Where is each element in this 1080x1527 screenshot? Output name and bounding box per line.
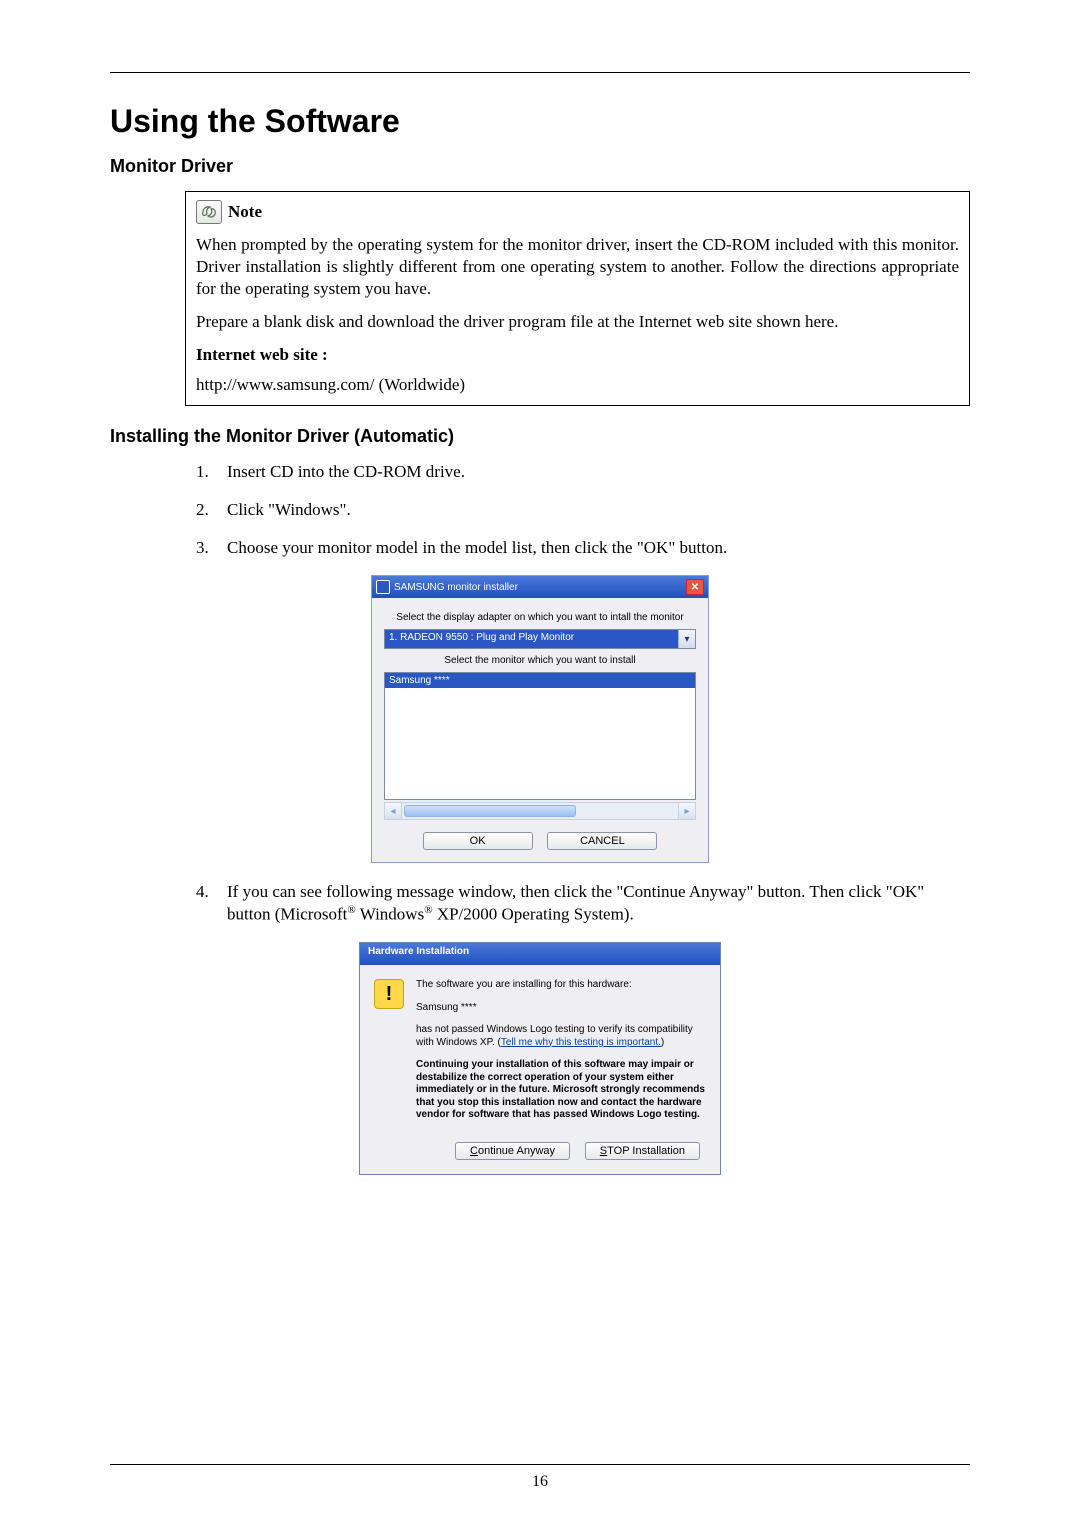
step-3: Choose your monitor model in the model l…	[213, 537, 970, 559]
stop-installation-button[interactable]: STOP Installation	[585, 1142, 700, 1160]
monitor-list-item[interactable]: Samsung ****	[385, 673, 695, 688]
step-2: Click "Windows".	[213, 499, 970, 521]
scroll-left-icon[interactable]: ◂	[385, 803, 402, 819]
installer-app-icon	[376, 580, 390, 594]
step4-part2: Windows	[356, 905, 424, 924]
hardware-installation-dialog: Hardware Installation ! The software you…	[359, 942, 721, 1175]
internet-web-site-label: Internet web site :	[196, 345, 959, 365]
close-icon[interactable]: ✕	[686, 579, 704, 595]
step-4: If you can see following message window,…	[213, 881, 970, 926]
note-icon	[196, 200, 222, 224]
hw-text-line1: The software you are installing for this…	[416, 979, 706, 992]
scroll-right-icon[interactable]: ▸	[678, 803, 695, 819]
internet-web-site-url: http://www.samsung.com/ (Worldwide)	[196, 375, 959, 395]
top-rule	[110, 72, 970, 73]
hw-text-line2: has not passed Windows Logo testing to v…	[416, 1024, 706, 1049]
hw-why-link[interactable]: Tell me why this testing is important.	[501, 1037, 661, 1048]
adapter-combobox[interactable]: 1. RADEON 9550 : Plug and Play Monitor ▾	[384, 629, 696, 649]
samsung-installer-dialog: SAMSUNG monitor installer ✕ Select the d…	[371, 575, 709, 863]
installer-instruction-1: Select the display adapter on which you …	[384, 612, 696, 623]
continue-anyway-button[interactable]: Continue Anyway	[455, 1142, 570, 1160]
installer-titlebar: SAMSUNG monitor installer ✕	[372, 576, 708, 598]
cancel-button[interactable]: CANCEL	[547, 832, 657, 850]
registered-mark-2: ®	[424, 904, 432, 916]
bottom-rule	[110, 1464, 970, 1465]
adapter-selected: 1. RADEON 9550 : Plug and Play Monitor	[385, 630, 678, 648]
warning-icon: !	[374, 979, 404, 1009]
monitor-listbox[interactable]: Samsung ****	[384, 672, 696, 800]
page-title: Using the Software	[110, 103, 970, 140]
hw-l2b: )	[661, 1037, 664, 1048]
horizontal-scrollbar[interactable]: ◂ ▸	[384, 802, 696, 820]
page-number: 16	[110, 1473, 970, 1491]
step-1: Insert CD into the CD-ROM drive.	[213, 461, 970, 483]
installer-instruction-2: Select the monitor which you want to ins…	[384, 655, 696, 666]
section-installing-automatic: Installing the Monitor Driver (Automatic…	[110, 426, 970, 447]
chevron-down-icon[interactable]: ▾	[678, 630, 695, 648]
note-label: Note	[228, 202, 262, 222]
installer-title: SAMSUNG monitor installer	[394, 582, 518, 593]
ok-button[interactable]: OK	[423, 832, 533, 850]
registered-mark-1: ®	[347, 904, 355, 916]
step4-part3: XP/2000 Operating System).	[433, 905, 634, 924]
hw-dialog-title: Hardware Installation	[360, 943, 720, 965]
section-monitor-driver: Monitor Driver	[110, 156, 970, 177]
install-steps-cont: If you can see following message window,…	[185, 881, 970, 926]
scroll-thumb[interactable]	[404, 805, 576, 817]
note-box: Note When prompted by the operating syst…	[185, 191, 970, 406]
hw-warning-bold: Continuing your installation of this sof…	[416, 1059, 706, 1122]
note-paragraph-1: When prompted by the operating system fo…	[196, 234, 959, 299]
hw-product-name: Samsung ****	[416, 1002, 706, 1015]
note-paragraph-2: Prepare a blank disk and download the dr…	[196, 311, 959, 333]
install-steps: Insert CD into the CD-ROM drive. Click "…	[185, 461, 970, 559]
